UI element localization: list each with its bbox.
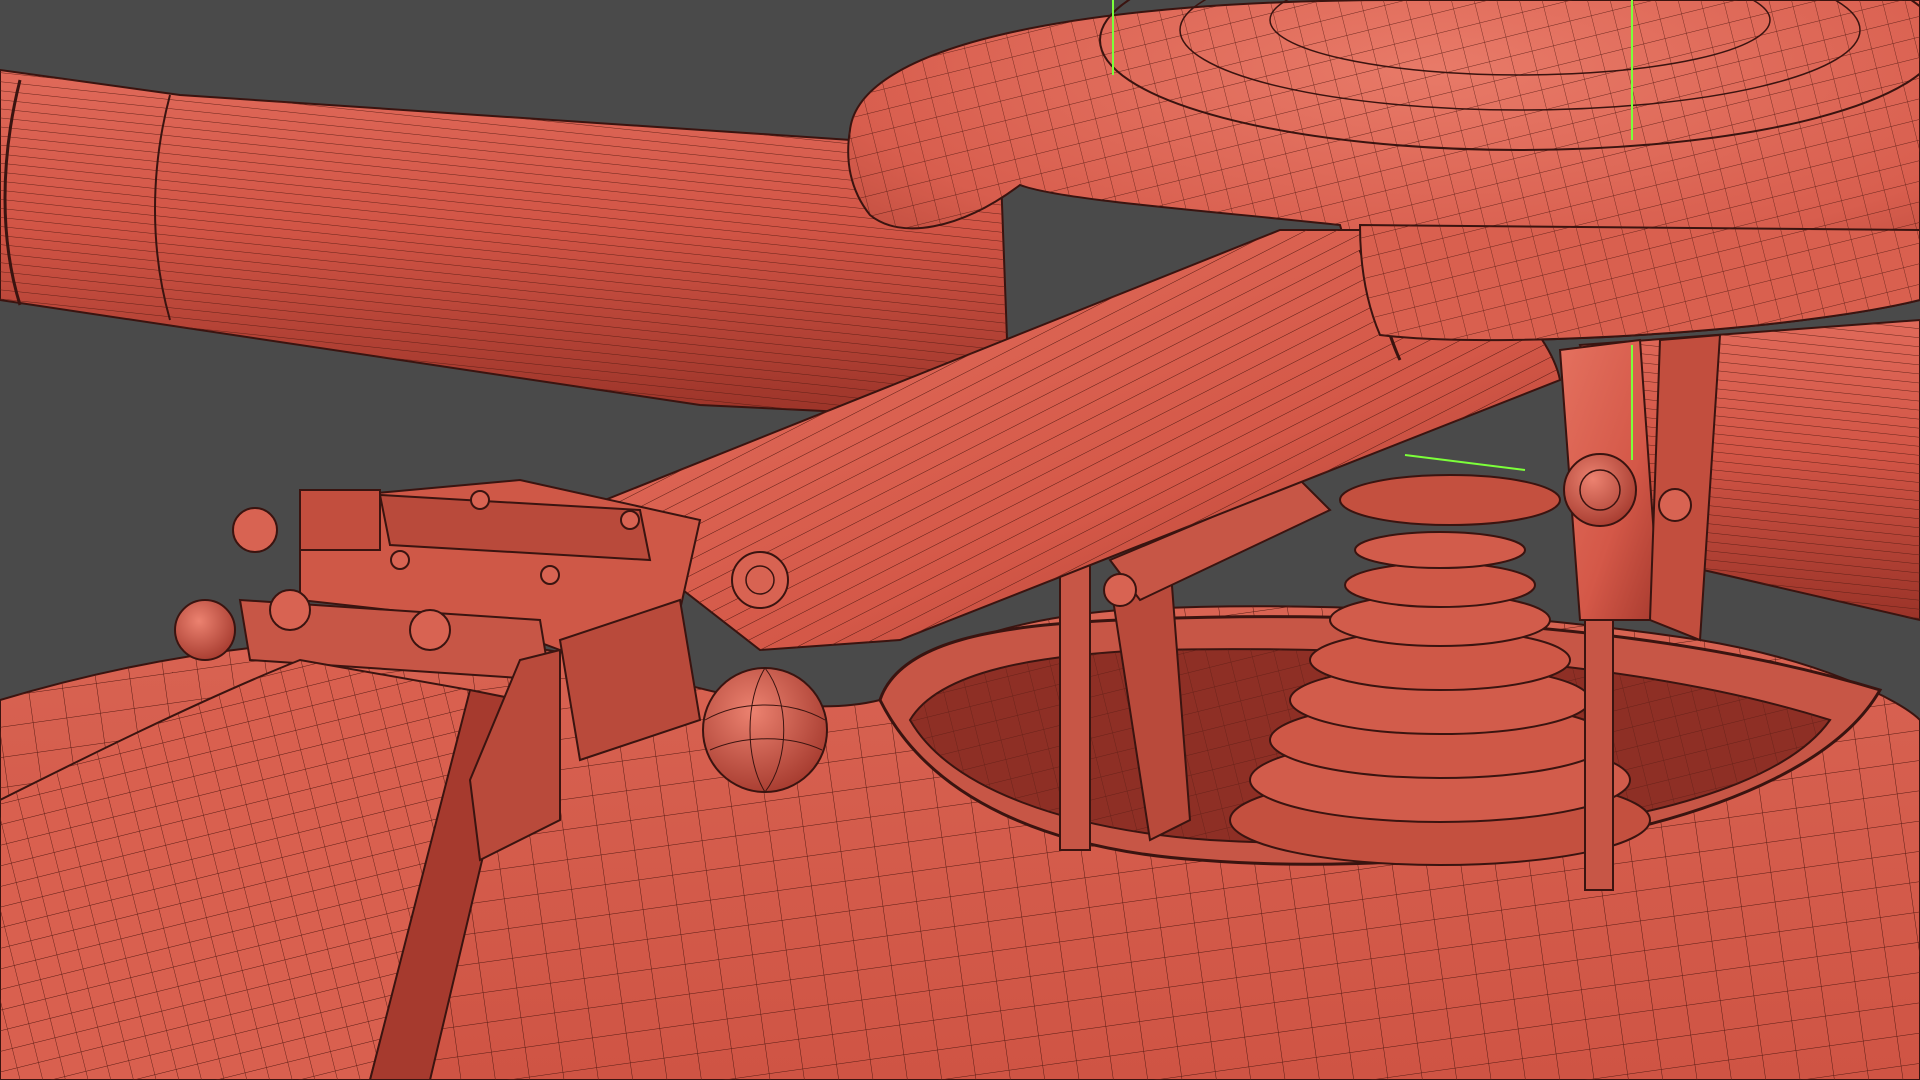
3d-viewport[interactable] [0,0,1920,1080]
ball-joint [702,667,828,793]
viewport-canvas[interactable] [0,0,1920,1080]
right-blade-grip [1558,333,1722,642]
